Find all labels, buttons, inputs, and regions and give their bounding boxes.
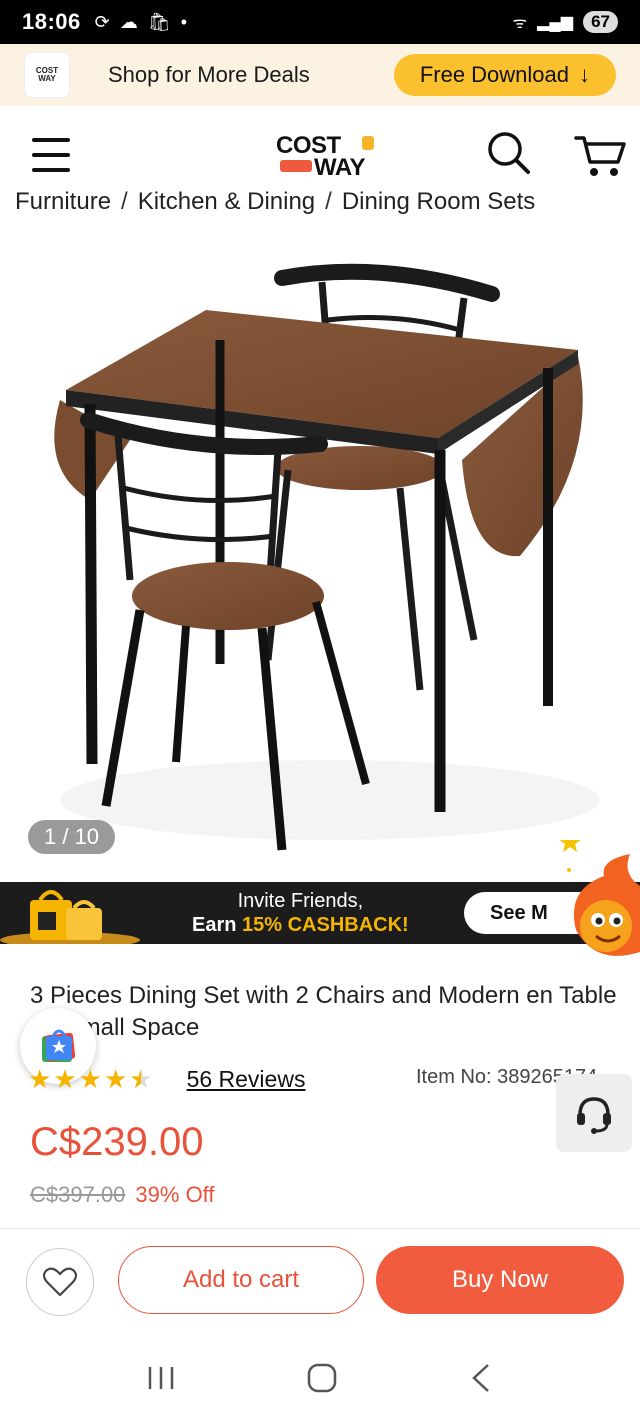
invite-friends-banner[interactable]: Invite Friends, Earn 15% CASHBACK! See M: [0, 882, 640, 948]
divider: [0, 1228, 640, 1229]
breadcrumb-kitchen-dining[interactable]: Kitchen & Dining: [138, 188, 315, 216]
breadcrumb: Furniture / Kitchen & Dining / Dining Ro…: [15, 188, 535, 216]
logo-accent-square: [362, 136, 374, 150]
mini-logo-line2: WAY: [38, 74, 56, 83]
search-icon[interactable]: [486, 130, 530, 174]
breadcrumb-furniture[interactable]: Furniture: [15, 188, 111, 216]
invite-earn: Earn: [192, 914, 243, 936]
free-download-button[interactable]: Free Download ↓: [393, 54, 616, 96]
logo-way-text: WAY: [314, 154, 365, 181]
invite-cashback: 15% CASHBACK!: [242, 914, 409, 936]
breadcrumb-separator: /: [121, 188, 128, 215]
buy-now-button[interactable]: Buy Now: [376, 1246, 624, 1314]
invite-text: Invite Friends, Earn 15% CASHBACK!: [192, 889, 409, 937]
cart-icon[interactable]: [574, 132, 626, 178]
mascot-icon[interactable]: [556, 840, 640, 960]
status-notification-icons: ⟳ ☁ 🛍 •: [95, 12, 187, 33]
status-system-icons: ᯤ ▂▄▆ 67: [513, 11, 618, 33]
free-download-label: Free Download: [419, 62, 569, 87]
invite-line2: Earn 15% CASHBACK!: [192, 913, 409, 937]
wifi-icon: ᯤ: [512, 15, 528, 32]
star-icon: ★: [53, 1063, 77, 1094]
site-header: COST WAY: [0, 106, 640, 196]
bottom-action-bar: Add to cart Buy Now: [0, 1236, 640, 1324]
breadcrumb-separator: /: [325, 188, 332, 215]
customer-support-button[interactable]: [556, 1074, 632, 1152]
old-price-row: C$397.00 39% Off: [30, 1182, 215, 1208]
add-to-cart-button[interactable]: Add to cart: [118, 1246, 364, 1314]
discount-badge: 39% Off: [135, 1182, 215, 1207]
cloud-icon: ☁: [119, 11, 138, 32]
star-rating: ★ ★ ★ ★ ★: [28, 1064, 153, 1095]
recent-apps-icon[interactable]: [144, 1363, 178, 1393]
half-star-icon: ★: [129, 1063, 153, 1094]
shopping-bags-icon: [0, 882, 140, 948]
status-bar: 18:06 ⟳ ☁ 🛍 • ᯤ ▂▄▆ 67: [0, 0, 640, 44]
app-download-banner[interactable]: COST WAY Shop for More Deals Free Downlo…: [0, 44, 640, 106]
banner-text: Shop for More Deals: [108, 62, 310, 87]
signal-icon: ▂▄▆: [537, 14, 574, 31]
sync-icon: ⟳: [94, 11, 110, 32]
back-icon[interactable]: [466, 1361, 496, 1395]
product-photo: [54, 263, 600, 851]
star-icon: ★: [103, 1063, 128, 1094]
system-navigation-bar: [0, 1334, 640, 1422]
breadcrumb-dining-room-sets[interactable]: Dining Room Sets: [342, 188, 535, 216]
dot-icon: •: [180, 11, 188, 32]
home-icon[interactable]: [305, 1361, 339, 1395]
star-icon: ★: [78, 1063, 102, 1094]
invite-line1: Invite Friends,: [237, 890, 364, 912]
current-price: C$239.00: [30, 1120, 204, 1164]
battery-indicator: 67: [583, 11, 618, 33]
costway-app-logo: COST WAY: [24, 52, 70, 98]
star-icon: ★: [28, 1063, 52, 1094]
original-price: C$397.00: [30, 1182, 126, 1207]
product-title: 3 Pieces Dining Set with 2 Chairs and Mo…: [30, 982, 617, 1041]
download-arrow-icon: ↓: [579, 62, 590, 87]
status-time: 18:06: [22, 9, 81, 34]
product-image-gallery[interactable]: [0, 240, 640, 880]
heart-icon: [43, 1267, 77, 1297]
reviews-link[interactable]: 56 Reviews: [187, 1066, 306, 1093]
wishlist-button[interactable]: [26, 1248, 94, 1316]
image-counter: 1 / 10: [28, 820, 116, 854]
shopping-bag-icon: 🛍: [147, 11, 171, 32]
logo-accent-bar: [280, 160, 312, 172]
menu-icon[interactable]: [32, 138, 70, 172]
store-bag-icon: [42, 1029, 76, 1062]
headset-icon: [577, 1097, 611, 1134]
costway-logo[interactable]: COST WAY: [276, 132, 376, 181]
rating-row: ★ ★ ★ ★ ★ 56 Reviews Item No: 389265174: [28, 1062, 618, 1096]
